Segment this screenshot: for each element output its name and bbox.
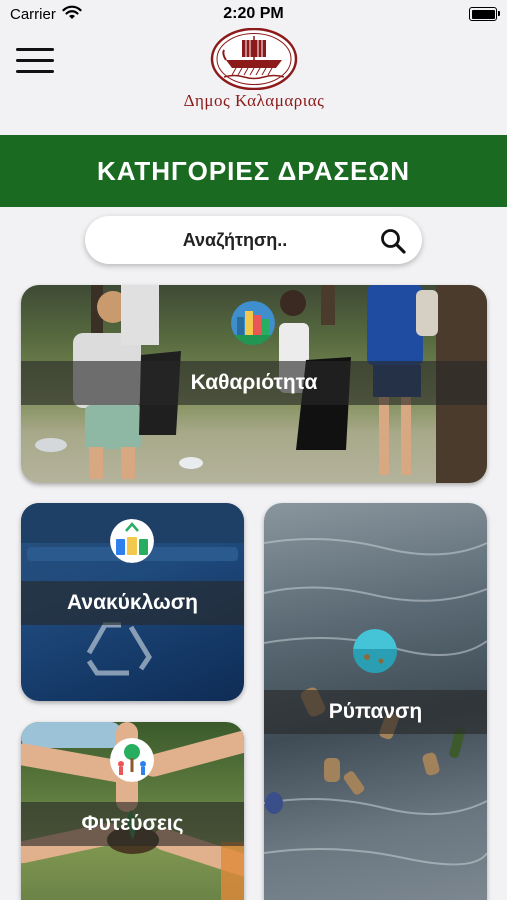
ship-seal-icon <box>210 28 298 90</box>
search-placeholder: Αναζήτηση.. <box>182 230 288 250</box>
battery-icon <box>469 7 500 21</box>
hamburger-menu-icon[interactable] <box>16 48 54 74</box>
search-input[interactable]: Αναζήτηση.. <box>85 216 422 264</box>
app-header: Δημος Καλαμαριας <box>0 28 507 134</box>
clock: 2:20 PM <box>223 5 284 22</box>
category-card-recycling[interactable]: Ανακύκλωση <box>21 503 244 701</box>
page-title: ΚΑΤΗΓΟΡΙΕΣ ΔΡΑΣΕΩΝ <box>96 155 411 186</box>
category-label-pollution: Ρύπανση <box>264 690 487 734</box>
category-label-recycling: Ανακύκλωση <box>21 581 244 625</box>
polluted-water-badge-icon <box>353 629 397 673</box>
category-label-cleaning: Καθαριότητα <box>21 361 487 405</box>
category-label-planting: Φυτεύσεις <box>21 802 244 846</box>
recycling-bins-badge-icon <box>110 519 154 563</box>
city-cleaning-badge-icon <box>231 301 275 345</box>
municipality-logo: Δημος Καλαμαριας <box>168 28 340 114</box>
page-title-banner: ΚΑΤΗΓΟΡΙΕΣ ΔΡΑΣΕΩΝ <box>0 135 507 207</box>
search-icon[interactable] <box>380 228 406 254</box>
tree-planting-badge-icon <box>110 738 154 782</box>
category-card-planting[interactable]: Φυτεύσεις <box>21 722 244 900</box>
municipality-name: Δημος Καλαμαριας <box>183 91 325 110</box>
category-card-cleaning[interactable]: Καθαριότητα <box>21 285 487 483</box>
category-card-pollution[interactable]: Ρύπανση <box>264 503 487 900</box>
status-bar: Carrier 2:20 PM <box>0 0 507 28</box>
